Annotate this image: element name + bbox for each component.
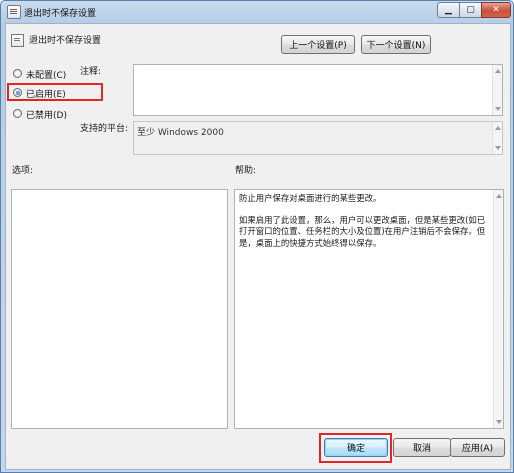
cancel-button[interactable]: 取消 <box>393 438 451 457</box>
scroll-down-icon[interactable] <box>495 107 501 111</box>
policy-icon <box>7 5 21 19</box>
minimize-button[interactable]: ▁ <box>437 2 460 18</box>
comment-textarea[interactable] <box>133 64 503 116</box>
enabled-highlight-box <box>7 83 103 101</box>
dialog-window: 退出时不保存设置 ▁ ▢ ✕ 退出时不保存设置 上一个设置(P) 下一个设置(N… <box>0 0 514 473</box>
options-pane <box>11 189 228 429</box>
title-bar[interactable]: 退出时不保存设置 ▁ ▢ ✕ <box>1 1 513 23</box>
scroll-up-icon[interactable] <box>495 69 501 73</box>
help-paragraph-2: 如果启用了此设置，那么，用户可以更改桌面，但是某些更改(如已打开窗口的位置、任务… <box>239 214 486 248</box>
next-setting-button[interactable]: 下一个设置(N) <box>361 35 431 54</box>
apply-button[interactable]: 应用(A) <box>450 438 505 457</box>
help-label: 帮助: <box>235 166 257 176</box>
policy-name: 退出时不保存设置 <box>29 36 102 46</box>
cancel-label: 取消 <box>412 444 431 454</box>
comment-scrollbar[interactable] <box>492 65 502 115</box>
previous-setting-button[interactable]: 上一个设置(P) <box>281 35 355 54</box>
scroll-down-icon[interactable] <box>495 146 501 150</box>
ok-button[interactable]: 确定 <box>324 438 388 457</box>
maximize-button[interactable]: ▢ <box>459 2 482 18</box>
help-text: 防止用户保存对桌面进行的某些更改。 如果启用了此设置，那么，用户可以更改桌面，但… <box>239 193 489 259</box>
scroll-up-icon[interactable] <box>495 126 501 130</box>
help-pane: 防止用户保存对桌面进行的某些更改。 如果启用了此设置，那么，用户可以更改桌面，但… <box>234 189 504 429</box>
minimize-icon: ▁ <box>445 5 452 15</box>
radio-not-configured-label[interactable]: 未配置(C) <box>26 68 66 81</box>
close-button[interactable]: ✕ <box>481 2 511 18</box>
platform-label: 支持的平台: <box>80 124 129 134</box>
platform-field: 至少 Windows 2000 <box>133 121 503 155</box>
radio-disabled[interactable] <box>13 109 22 118</box>
radio-disabled-label[interactable]: 已禁用(D) <box>26 108 67 121</box>
radio-not-configured[interactable] <box>13 69 22 78</box>
scroll-up-icon[interactable] <box>496 194 502 198</box>
window-title: 退出时不保存设置 <box>24 9 97 19</box>
platform-value: 至少 Windows 2000 <box>137 128 224 138</box>
ok-label: 确定 <box>346 444 365 454</box>
next-setting-label: 下一个设置(N) <box>366 41 426 51</box>
platform-scrollbar[interactable] <box>492 122 502 154</box>
apply-label: 应用(A) <box>461 444 494 454</box>
dialog-body: 退出时不保存设置 上一个设置(P) 下一个设置(N) 未配置(C) 已启用(E)… <box>5 23 511 470</box>
help-paragraph-1: 防止用户保存对桌面进行的某些更改。 <box>239 193 382 203</box>
scroll-down-icon[interactable] <box>496 420 502 424</box>
policy-icon <box>11 34 24 47</box>
maximize-icon: ▢ <box>466 5 475 15</box>
close-icon: ✕ <box>492 5 500 15</box>
comment-label: 注释: <box>80 67 102 77</box>
previous-setting-label: 上一个设置(P) <box>289 41 347 51</box>
help-scrollbar[interactable] <box>493 190 503 428</box>
options-label: 选项: <box>12 166 34 176</box>
